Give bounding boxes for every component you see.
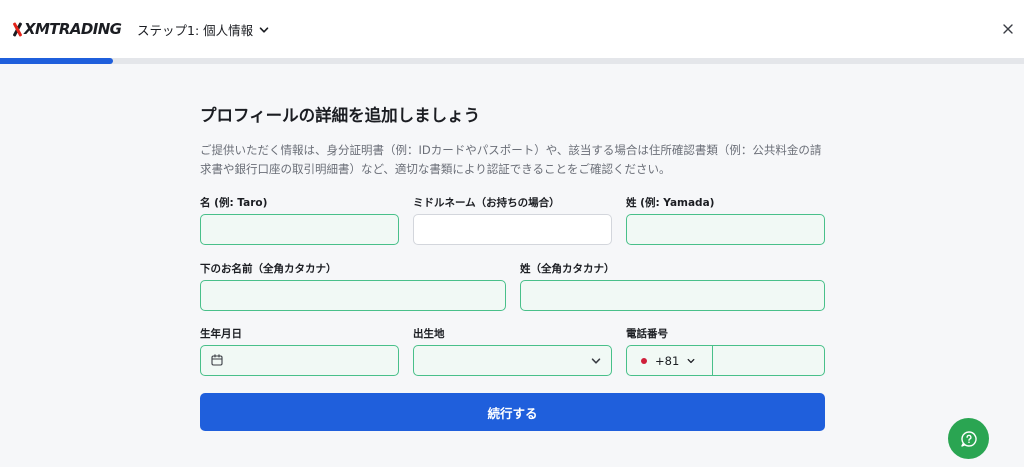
chevron-down-icon — [591, 358, 601, 364]
japan-flag-icon — [641, 357, 647, 364]
birth-place-label: 出生地 — [413, 328, 445, 340]
country-code-select[interactable]: +81 — [626, 345, 713, 376]
page-description: ご提供いただく情報は、身分証明書（例：IDカードやパスポート）や、該当する場合は… — [200, 143, 822, 176]
help-chat-icon — [960, 430, 977, 447]
last-name-label: 姓 (例: Yamada) — [626, 197, 715, 209]
logo-mark-icon — [12, 22, 22, 36]
progress-fill — [0, 58, 113, 64]
middle-name-label: ミドルネーム（お持ちの場合） — [413, 197, 560, 209]
chevron-down-icon — [259, 26, 269, 33]
birth-place-select[interactable] — [413, 345, 612, 376]
middle-name-field — [413, 214, 612, 245]
last-name-kana-label: 姓（全角カタカナ） — [520, 263, 615, 275]
continue-button[interactable]: 続行する — [200, 393, 825, 431]
step-label: ステップ1: 個人情報 — [137, 23, 254, 38]
country-code-value: +81 — [655, 353, 680, 368]
birth-date-field[interactable] — [200, 345, 399, 376]
first-name-label: 名 (例: Taro) — [200, 197, 268, 209]
help-button[interactable] — [948, 418, 989, 459]
birth-date-label: 生年月日 — [200, 328, 242, 340]
birth-date-input[interactable] — [201, 346, 398, 375]
close-icon — [1003, 24, 1013, 34]
last-name-kana-field — [520, 280, 825, 311]
phone-label: 電話番号 — [626, 328, 668, 340]
middle-name-input[interactable] — [414, 215, 611, 244]
page-title: プロフィールの詳細を追加しましょう — [200, 106, 481, 125]
first-name-field — [200, 214, 399, 245]
phone-number-input[interactable] — [713, 346, 824, 375]
first-name-input[interactable] — [201, 215, 398, 244]
logo-text: XMTRADING — [24, 20, 122, 38]
progress-bar — [0, 58, 1024, 64]
first-name-kana-field — [200, 280, 506, 311]
close-button[interactable] — [998, 19, 1018, 39]
phone-number-field — [712, 345, 825, 376]
first-name-kana-label: 下のお名前（全角カタカナ） — [200, 263, 337, 275]
xm-logo: XMTRADING — [12, 19, 122, 39]
step-selector[interactable]: ステップ1: 個人情報 — [137, 20, 269, 39]
top-header: XMTRADING ステップ1: 個人情報 — [0, 0, 1024, 58]
chevron-down-icon — [687, 358, 695, 363]
last-name-kana-input[interactable] — [521, 281, 824, 310]
last-name-field — [626, 214, 825, 245]
first-name-kana-input[interactable] — [201, 281, 505, 310]
last-name-input[interactable] — [627, 215, 824, 244]
calendar-icon — [211, 354, 223, 366]
